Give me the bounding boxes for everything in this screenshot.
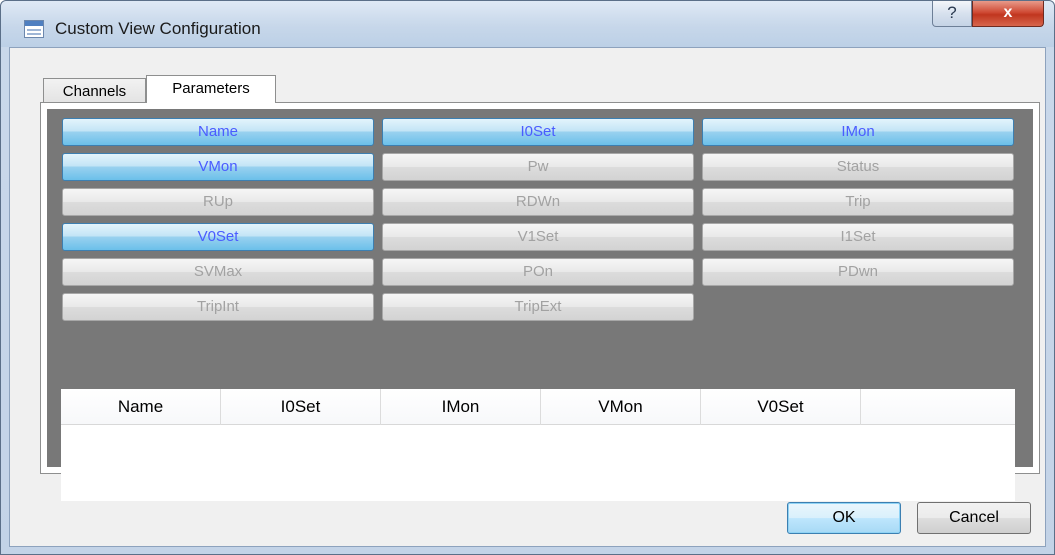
param-toggle-pdwn[interactable]: PDwn	[702, 258, 1014, 286]
ok-button[interactable]: OK	[787, 502, 901, 534]
window-title: Custom View Configuration	[55, 19, 261, 38]
param-toggle-svmax[interactable]: SVMax	[62, 258, 374, 286]
param-toggle-trip[interactable]: Trip	[702, 188, 1014, 216]
param-toggle-name[interactable]: Name	[62, 118, 374, 146]
tab-channels[interactable]: Channels	[43, 78, 146, 103]
param-toggle-rdwn[interactable]: RDWn	[382, 188, 694, 216]
preview-table: Name I0Set IMon VMon V0Set	[61, 389, 1015, 501]
column-header-empty	[861, 389, 1015, 425]
dialog-client-area: Channels Parameters Name I0Set IMon VMon…	[9, 47, 1046, 547]
param-toggle-i0set[interactable]: I0Set	[382, 118, 694, 146]
param-toggle-rup[interactable]: RUp	[62, 188, 374, 216]
param-toggle-status[interactable]: Status	[702, 153, 1014, 181]
help-button[interactable]: ?	[932, 1, 972, 27]
param-toggle-pw[interactable]: Pw	[382, 153, 694, 181]
column-header-imon[interactable]: IMon	[381, 389, 541, 425]
param-toggle-i1set[interactable]: I1Set	[702, 223, 1014, 251]
param-toggle-v0set[interactable]: V0Set	[62, 223, 374, 251]
param-toggle-tripext[interactable]: TripExt	[382, 293, 694, 321]
column-header-name[interactable]: Name	[61, 389, 221, 425]
close-button[interactable]: x	[972, 1, 1044, 27]
column-header-vmon[interactable]: VMon	[541, 389, 701, 425]
title-bar[interactable]: Custom View Configuration ? x	[1, 1, 1054, 47]
preview-table-header: Name I0Set IMon VMon V0Set	[61, 389, 1015, 425]
app-window-icon	[24, 20, 44, 38]
cancel-button[interactable]: Cancel	[917, 502, 1031, 534]
param-toggle-vmon[interactable]: VMon	[62, 153, 374, 181]
param-toggle-pon[interactable]: POn	[382, 258, 694, 286]
parameters-tab-pane: Name I0Set IMon VMon Pw Status RUp RDWn …	[40, 102, 1040, 501]
tab-parameters[interactable]: Parameters	[146, 75, 276, 103]
param-toggle-v1set[interactable]: V1Set	[382, 223, 694, 251]
column-header-v0set[interactable]: V0Set	[701, 389, 861, 425]
dialog-window: Custom View Configuration ? x Channels P…	[0, 0, 1055, 555]
column-header-i0set[interactable]: I0Set	[221, 389, 381, 425]
param-toggle-tripint[interactable]: TripInt	[62, 293, 374, 321]
param-toggle-imon[interactable]: IMon	[702, 118, 1014, 146]
